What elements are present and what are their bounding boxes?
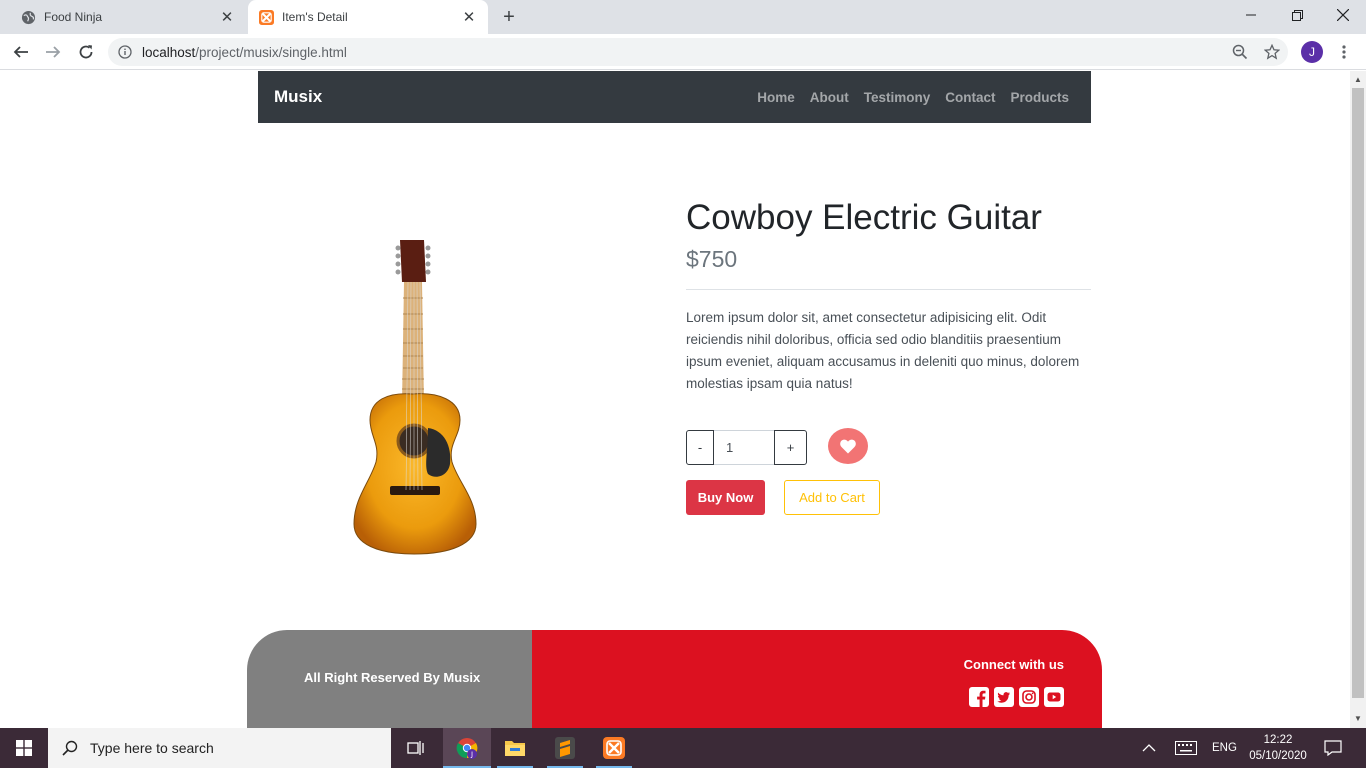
xampp-icon bbox=[259, 9, 274, 25]
windows-taskbar: Type here to search J ENG 12:22 05/10/20… bbox=[0, 728, 1366, 768]
buy-now-button[interactable]: Buy Now bbox=[686, 480, 765, 515]
sublime-text-icon[interactable] bbox=[541, 728, 589, 768]
twitter-icon[interactable] bbox=[994, 687, 1014, 707]
scroll-up-icon[interactable]: ▲ bbox=[1354, 75, 1362, 84]
touch-keyboard-icon[interactable] bbox=[1175, 728, 1197, 768]
product-description: Lorem ipsum dolor sit, amet consectetur … bbox=[686, 310, 1080, 391]
forward-icon[interactable] bbox=[40, 39, 66, 65]
svg-text:J: J bbox=[470, 751, 473, 759]
add-to-cart-button[interactable]: Add to Cart bbox=[784, 480, 880, 515]
zoom-icon[interactable] bbox=[1227, 39, 1253, 65]
footer-connect-heading: Connect with us bbox=[963, 657, 1064, 672]
search-icon bbox=[62, 740, 78, 756]
product-title: Cowboy Electric Guitar bbox=[686, 198, 1042, 237]
site-navbar: Musix Home About Testimony Contact Produ… bbox=[258, 71, 1091, 123]
task-view-icon[interactable] bbox=[392, 728, 440, 768]
url-host: localhost bbox=[142, 44, 196, 60]
browser-toolbar: localhost/project/musix/single.html bbox=[0, 34, 1366, 70]
clock-time: 12:22 bbox=[1263, 734, 1293, 746]
youtube-icon[interactable] bbox=[1044, 687, 1064, 707]
quantity-stepper: - 1 + bbox=[686, 430, 807, 465]
site-info-icon[interactable] bbox=[118, 45, 132, 59]
tab-items-detail[interactable]: Item's Detail ✕ bbox=[248, 0, 488, 34]
social-links bbox=[964, 687, 1064, 707]
heart-icon bbox=[840, 439, 856, 453]
close-window-icon[interactable] bbox=[1320, 0, 1366, 30]
url-path: /project/musix/single.html bbox=[195, 44, 347, 60]
new-tab-icon[interactable]: + bbox=[498, 6, 520, 28]
page-viewport: Musix Home About Testimony Contact Produ… bbox=[0, 71, 1350, 728]
search-placeholder: Type here to search bbox=[90, 740, 214, 756]
scroll-down-icon[interactable]: ▼ bbox=[1354, 714, 1362, 723]
language-indicator[interactable]: ENG bbox=[1212, 728, 1237, 768]
nav-products[interactable]: Products bbox=[1010, 90, 1069, 105]
scrollbar-thumb[interactable] bbox=[1352, 88, 1364, 698]
show-hidden-icons[interactable] bbox=[1142, 728, 1156, 768]
system-clock[interactable]: 12:22 05/10/2020 bbox=[1246, 732, 1310, 764]
footer-copyright: All Right Reserved By Musix bbox=[304, 670, 481, 685]
tab-title: Item's Detail bbox=[282, 10, 348, 24]
nav-home[interactable]: Home bbox=[757, 90, 795, 105]
instagram-icon[interactable] bbox=[1019, 687, 1039, 707]
file-explorer-icon[interactable] bbox=[491, 728, 539, 768]
globe-icon bbox=[21, 10, 36, 25]
url-text: localhost/project/musix/single.html bbox=[142, 45, 347, 60]
product-details: Cowboy Electric Guitar $750 Lorem ipsum … bbox=[686, 196, 1091, 395]
nav-testimony[interactable]: Testimony bbox=[864, 90, 931, 105]
notifications-icon[interactable] bbox=[1324, 728, 1342, 768]
footer-left: All Right Reserved By Musix bbox=[247, 630, 532, 728]
nav-contact[interactable]: Contact bbox=[945, 90, 995, 105]
footer-right: Connect with us bbox=[532, 630, 1102, 728]
menu-kebab-icon[interactable] bbox=[1331, 39, 1357, 65]
address-bar[interactable]: localhost/project/musix/single.html bbox=[108, 38, 1288, 66]
facebook-icon[interactable] bbox=[969, 687, 989, 707]
close-tab-icon[interactable]: ✕ bbox=[460, 8, 478, 26]
nav-about[interactable]: About bbox=[810, 90, 849, 105]
increase-quantity-button[interactable]: + bbox=[774, 430, 807, 465]
product-image bbox=[318, 236, 518, 556]
browser-tabstrip: Food Ninja ✕ Item's Detail ✕ + bbox=[0, 0, 1366, 34]
divider bbox=[686, 289, 1091, 290]
clock-date: 05/10/2020 bbox=[1249, 750, 1307, 762]
restore-icon[interactable] bbox=[1274, 0, 1320, 30]
brand-logo[interactable]: Musix bbox=[274, 87, 322, 107]
page-scrollbar[interactable]: ▲ ▼ bbox=[1350, 71, 1366, 728]
wishlist-button[interactable] bbox=[828, 428, 868, 464]
quantity-input[interactable]: 1 bbox=[714, 430, 774, 465]
xampp-taskbar-icon[interactable] bbox=[590, 728, 638, 768]
tab-food-ninja[interactable]: Food Ninja ✕ bbox=[10, 0, 246, 34]
decrease-quantity-button[interactable]: - bbox=[686, 430, 714, 465]
chrome-taskbar-icon[interactable]: J bbox=[443, 728, 491, 768]
minimize-icon[interactable] bbox=[1228, 0, 1274, 30]
nav-links: Home About Testimony Contact Products bbox=[742, 71, 1069, 123]
close-tab-icon[interactable]: ✕ bbox=[218, 8, 236, 26]
product-price: $750 bbox=[686, 246, 738, 272]
profile-avatar[interactable]: J bbox=[1301, 41, 1323, 63]
bookmark-star-icon[interactable] bbox=[1259, 39, 1285, 65]
back-icon[interactable] bbox=[8, 39, 34, 65]
windows-start-icon[interactable] bbox=[0, 728, 48, 768]
tab-title: Food Ninja bbox=[44, 10, 103, 24]
taskbar-search-box[interactable]: Type here to search bbox=[48, 728, 391, 768]
reload-icon[interactable] bbox=[73, 39, 99, 65]
